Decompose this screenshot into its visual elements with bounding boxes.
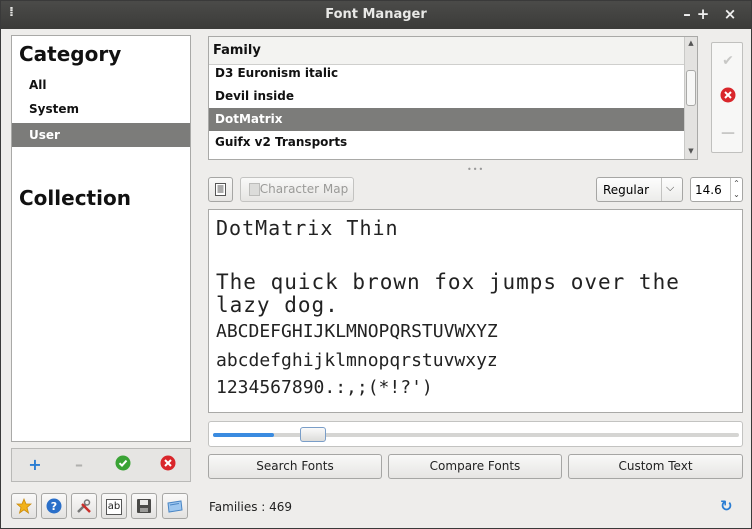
enable-collection-button[interactable] <box>113 455 133 475</box>
disable-family-button[interactable] <box>718 87 738 107</box>
font-preview-pane[interactable]: DotMatrix Thin The quick brown fox jumps… <box>208 209 743 413</box>
archive-icon <box>167 500 183 513</box>
star-icon <box>15 497 33 514</box>
category-item-all[interactable]: All <box>12 73 190 97</box>
style-select-value: Regular <box>603 183 650 197</box>
remove-collection-button[interactable]: – <box>69 455 89 475</box>
slider-track[interactable] <box>213 433 739 437</box>
family-row[interactable]: Devil inside <box>209 85 685 108</box>
maximize-button[interactable]: + <box>694 4 712 24</box>
character-map-label: Character Map <box>259 182 349 196</box>
help-button[interactable]: ? <box>41 493 67 519</box>
family-actions-panel: ✔ — <box>711 42 743 153</box>
refresh-icon[interactable]: ↻ <box>720 497 733 515</box>
family-list-scrollbar[interactable]: ▲ ▼ <box>684 37 697 159</box>
save-icon <box>137 499 151 513</box>
svg-text:?: ? <box>51 500 57 513</box>
preview-sample-line: The quick brown fox jumps over the <box>216 270 680 294</box>
character-map-icon <box>249 183 260 196</box>
document-icon <box>215 183 226 196</box>
collection-heading: Collection <box>19 186 131 210</box>
x-circle-icon <box>720 87 736 103</box>
check-circle-icon <box>115 455 131 471</box>
family-row[interactable]: Guifx v2 Transports <box>209 131 685 154</box>
favorites-button[interactable] <box>11 493 37 519</box>
compare-fonts-button[interactable]: Compare Fonts <box>388 454 562 479</box>
divider <box>661 178 662 201</box>
text-view-button[interactable] <box>208 177 233 202</box>
style-select[interactable]: Regular ⌵ <box>596 177 683 202</box>
scroll-down-icon[interactable]: ▼ <box>685 147 697 157</box>
text-sample-icon: ab <box>106 499 122 515</box>
preview-lowercase: abcdefghijklmnopqrstuvwxyz <box>216 350 498 371</box>
preview-uppercase: ABCDEFGHIJKLMNOPQRSTUVWXYZ <box>216 321 498 342</box>
save-button[interactable] <box>131 493 157 519</box>
scroll-up-icon[interactable]: ▲ <box>685 39 697 49</box>
font-size-value: 14.6 <box>695 183 722 197</box>
x-circle-icon <box>160 455 176 471</box>
category-item-user[interactable]: User <box>12 123 190 147</box>
family-column-header[interactable]: Family <box>209 37 685 65</box>
preview-sample-line: lazy dog. <box>216 293 339 317</box>
tools-icon <box>77 499 91 513</box>
preview-digits: 1234567890.:,;(*!?') <box>216 377 433 398</box>
font-size-spinbox[interactable]: 14.6 ⌃ ⌄ <box>690 177 743 202</box>
disable-collection-button[interactable] <box>158 455 178 475</box>
remove-family-button[interactable]: — <box>718 123 738 143</box>
enable-family-button[interactable]: ✔ <box>718 51 738 71</box>
title-bar: ⁞ Font Manager – + × <box>1 1 751 29</box>
font-manager-window: ⁞ Font Manager – + × Category All System… <box>0 0 752 529</box>
search-fonts-button[interactable]: Search Fonts <box>208 454 382 479</box>
splitter-handle[interactable]: ••• <box>467 165 484 174</box>
family-row[interactable]: D3 Euronism italic <box>209 62 685 85</box>
families-count: Families : 469 <box>209 500 293 514</box>
slider-fill <box>213 433 274 437</box>
category-panel: Category All System User Collection <box>11 35 191 442</box>
collection-toolbar: + – <box>11 448 191 482</box>
category-heading: Category <box>19 42 122 66</box>
chevron-down-icon[interactable]: ⌵ <box>666 181 674 195</box>
font-preview-text-button[interactable]: ab <box>101 493 127 519</box>
preferences-button[interactable] <box>71 493 97 519</box>
export-button[interactable] <box>162 493 188 519</box>
preview-size-slider[interactable] <box>208 421 743 447</box>
family-row-selected[interactable]: DotMatrix <box>209 108 685 131</box>
window-title: Font Manager <box>325 7 427 22</box>
character-map-button[interactable]: Character Map <box>240 177 354 202</box>
stepper-arrows[interactable]: ⌃ ⌄ <box>730 178 742 201</box>
preview-font-name: DotMatrix Thin <box>216 216 399 240</box>
custom-text-button[interactable]: Custom Text <box>568 454 743 479</box>
scroll-thumb[interactable] <box>686 70 696 106</box>
help-icon: ? <box>46 498 62 514</box>
close-button[interactable]: × <box>721 4 739 24</box>
add-collection-button[interactable]: + <box>25 455 45 475</box>
category-item-system[interactable]: System <box>12 97 190 121</box>
slider-handle[interactable] <box>300 427 326 442</box>
family-list: Family D3 Euronism italic Devil inside D… <box>208 36 698 160</box>
